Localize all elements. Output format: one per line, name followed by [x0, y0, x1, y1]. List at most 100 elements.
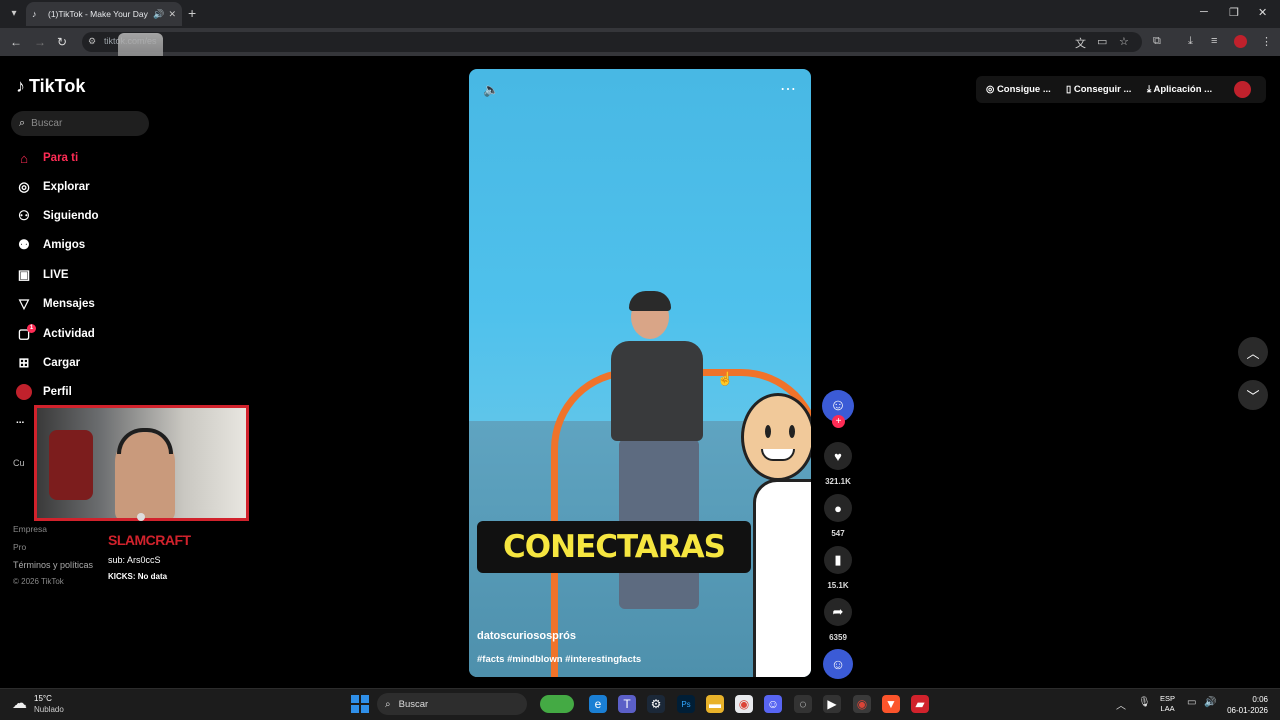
- follow-button[interactable]: +: [832, 415, 845, 428]
- address-bar[interactable]: [82, 32, 1142, 52]
- save-count: 15.1K: [827, 581, 849, 590]
- home-icon: ⌂: [20, 150, 28, 166]
- video-more-icon[interactable]: ⋯: [780, 79, 797, 99]
- speaker-icon[interactable]: 🔊: [153, 9, 164, 20]
- sidebar-item-label: LIVE: [43, 269, 69, 281]
- weather-status[interactable]: Nublado: [34, 705, 64, 714]
- sidebar-item-explorar[interactable]: ◎ Explorar: [16, 177, 89, 197]
- sidebar-item-perfil[interactable]: Perfil: [16, 382, 72, 402]
- windows-taskbar: [0, 688, 1280, 720]
- minimize-button[interactable]: ─: [1200, 6, 1208, 18]
- video-caption: CONECTARAS: [477, 521, 751, 573]
- upload-icon: ⊞: [18, 355, 30, 370]
- search-input[interactable]: ⌕ Buscar: [11, 111, 149, 136]
- network-icon[interactable]: ▭: [1187, 697, 1196, 708]
- comment-button[interactable]: ●: [824, 494, 852, 522]
- save-button[interactable]: ▮: [824, 546, 852, 574]
- file-explorer-icon[interactable]: ▬: [706, 695, 724, 713]
- chrome-icon[interactable]: ◉: [735, 695, 753, 713]
- sidebar-more[interactable]: ...: [16, 410, 24, 430]
- photoshop-icon[interactable]: Ps: [677, 695, 695, 713]
- video-player[interactable]: CONECTARAS 🔈 ⋯ datoscuriososprós #facts …: [469, 69, 811, 677]
- get-coins-button[interactable]: ◎ Consigue ...: [986, 84, 1051, 95]
- brave-icon[interactable]: ▼: [882, 695, 900, 713]
- edge-icon[interactable]: e: [589, 695, 607, 713]
- discord-icon[interactable]: ☺: [764, 695, 782, 713]
- cartoon-eye: [765, 425, 771, 438]
- translate-icon[interactable]: 文: [1075, 35, 1086, 51]
- sidebar-item-amigos[interactable]: ⚉ Amigos: [16, 235, 85, 255]
- download-icon[interactable]: ⤓: [1188, 35, 1193, 48]
- heart-icon: ♥: [834, 448, 842, 464]
- tab-search-icon[interactable]: ▾: [6, 5, 22, 21]
- sidebar-item-cargar[interactable]: ⊞ Cargar: [16, 353, 81, 373]
- next-video-button[interactable]: ﹀: [1238, 380, 1268, 410]
- sidebar-item-label: Actividad: [43, 328, 95, 340]
- obs-icon[interactable]: ◌: [794, 695, 812, 713]
- footer-program-link[interactable]: Pro: [13, 542, 26, 552]
- taskbar-clock[interactable]: 0:06 06-01-2026: [1222, 694, 1268, 716]
- previous-video-button[interactable]: ︿: [1238, 337, 1268, 367]
- like-button[interactable]: ♥: [824, 442, 852, 470]
- tiktok-favicon-icon: ♪: [32, 9, 37, 19]
- volume-icon[interactable]: 🔈: [483, 82, 499, 98]
- cloud-icon[interactable]: ☁: [12, 694, 27, 712]
- get-app-label: Conseguir ...: [1073, 84, 1132, 95]
- streamer-name: SLAMCRAFT: [108, 532, 191, 548]
- tray-chevron-icon[interactable]: ︿: [1116, 697, 1126, 712]
- site-info-icon[interactable]: ⚙: [88, 36, 96, 47]
- tiktok-logo[interactable]: ♪ TikTok: [16, 76, 85, 97]
- browser-profile-avatar[interactable]: [1234, 35, 1247, 48]
- volume-tray-icon[interactable]: 🔊: [1204, 697, 1216, 708]
- sidebar-item-actividad[interactable]: ▢ 1 Actividad: [16, 324, 95, 344]
- user-avatar[interactable]: [1234, 81, 1251, 98]
- maximize-button[interactable]: ❐: [1229, 6, 1239, 19]
- browser-menu-icon[interactable]: ⋮: [1261, 35, 1272, 48]
- media-icon[interactable]: ≡: [1211, 35, 1217, 47]
- microphone-icon[interactable]: 🎙: [1138, 697, 1151, 708]
- sidebar-item-siguiendo[interactable]: ⚇ Siguiendo: [16, 206, 98, 226]
- language-indicator[interactable]: ESP LAA: [1160, 694, 1175, 714]
- share-button[interactable]: ➦: [824, 598, 852, 626]
- taskbar-search[interactable]: ⌕ Buscar: [377, 693, 527, 715]
- extensions-icon[interactable]: ⧉: [1153, 35, 1161, 48]
- video-hashtags[interactable]: #facts #mindblown #interestingfacts: [477, 654, 641, 665]
- footer-terms-link[interactable]: Términos y políticas: [13, 560, 93, 570]
- weather-temp[interactable]: 15°C: [34, 694, 52, 703]
- chrome-active-icon[interactable]: ◉: [853, 695, 871, 713]
- music-disc-avatar[interactable]: ☺: [823, 649, 853, 679]
- new-tab-button[interactable]: +: [188, 5, 196, 21]
- tiktok-note-icon: ♪: [16, 76, 25, 96]
- forward-icon[interactable]: →: [34, 35, 46, 49]
- sidebar-item-live[interactable]: ▣ LIVE: [16, 265, 69, 285]
- windows-start-icon[interactable]: [351, 695, 369, 713]
- messages-icon: ▽: [19, 296, 29, 311]
- lang-secondary: LAA: [1160, 704, 1175, 713]
- video-author[interactable]: datoscuriososprós: [477, 630, 576, 642]
- stream-sub-text: sub: Ars0ccS: [108, 555, 161, 565]
- steam-icon[interactable]: ⚙: [647, 695, 665, 713]
- sidebar-item-para-ti[interactable]: ⌂ Para ti: [16, 148, 78, 168]
- sidebar-item-mensajes[interactable]: ▽ Mensajes: [16, 294, 95, 314]
- recording-app-icon[interactable]: ▰: [911, 695, 929, 713]
- sidebar-item-label: Amigos: [43, 239, 86, 251]
- close-tab-icon[interactable]: ✕: [168, 9, 176, 20]
- like-count: 321.1K: [825, 477, 851, 486]
- clock-date: 06-01-2026: [1227, 706, 1268, 715]
- notification-badge: 1: [27, 324, 36, 333]
- bookmark-star-icon[interactable]: ☆: [1119, 35, 1129, 48]
- reload-icon[interactable]: ↻: [57, 35, 67, 49]
- phone-icon: ▯: [1066, 84, 1074, 95]
- browser-tab[interactable]: ♪ (1)TikTok - Make Your Day 🔊 ✕: [26, 2, 182, 26]
- widget-app-icon[interactable]: [540, 695, 574, 713]
- footer-company-link[interactable]: Empresa: [13, 524, 47, 534]
- compass-icon: ◎: [18, 179, 30, 194]
- close-window-button[interactable]: ✕: [1258, 6, 1267, 19]
- get-app-button[interactable]: ▯ Conseguir ...: [1066, 84, 1131, 95]
- teams-icon[interactable]: T: [618, 695, 636, 713]
- stream-kicks-text: KICKS: No data: [108, 572, 168, 581]
- back-icon[interactable]: ←: [10, 35, 22, 49]
- desktop-app-button[interactable]: ⤓ Aplicación ...: [1147, 84, 1212, 95]
- cast-icon[interactable]: ▭: [1097, 35, 1107, 48]
- media-player-icon[interactable]: ▶: [823, 695, 841, 713]
